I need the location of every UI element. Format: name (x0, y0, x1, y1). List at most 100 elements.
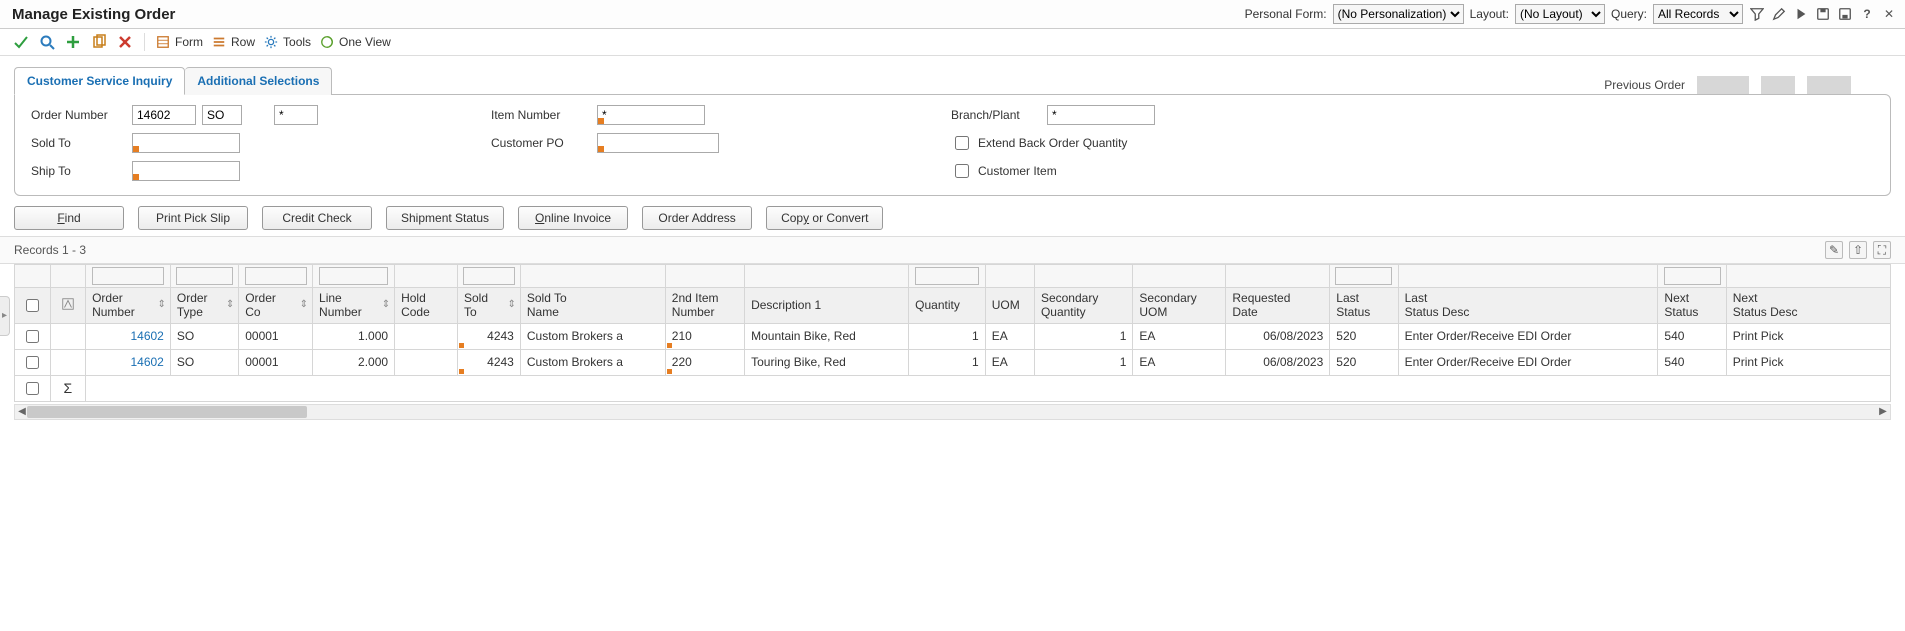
scroll-right-arrow[interactable]: ▶ (1876, 405, 1890, 419)
col-sold-to[interactable]: SoldTo⇕ (457, 288, 520, 324)
save-as-icon[interactable] (1837, 6, 1853, 22)
side-expand-handle[interactable]: ▸ (0, 296, 10, 336)
col-order-co[interactable]: OrderCo⇕ (239, 288, 313, 324)
filter-next-status[interactable] (1664, 267, 1721, 285)
row-checkbox[interactable] (26, 330, 39, 343)
branch-plant-input[interactable] (1047, 105, 1155, 125)
sold-to-label: Sold To (31, 136, 126, 150)
shipment-status-button[interactable]: Shipment Status (386, 206, 504, 230)
filter-order-co[interactable] (245, 267, 307, 285)
cell-next-status: 540 (1658, 323, 1726, 349)
customize-grid-icon[interactable]: ✎ (1825, 241, 1843, 259)
delete-icon[interactable] (116, 33, 134, 51)
tab-customer-service-inquiry[interactable]: Customer Service Inquiry (14, 67, 185, 95)
col-line-number[interactable]: LineNumber⇕ (313, 288, 395, 324)
horizontal-scrollbar[interactable]: ◀ ▶ (14, 404, 1891, 420)
run-icon[interactable] (1793, 6, 1809, 22)
close-icon[interactable]: ✕ (1881, 6, 1897, 22)
personal-form-select[interactable]: (No Personalization) (1333, 4, 1464, 24)
query-select[interactable]: All Records (1653, 4, 1743, 24)
col-secondary-uom[interactable]: SecondaryUOM (1133, 288, 1226, 324)
cell-last-status: 520 (1330, 323, 1398, 349)
title-bar: Manage Existing Order Personal Form: (No… (0, 0, 1905, 29)
order-number-input[interactable] (132, 105, 196, 125)
sold-to-input[interactable] (132, 133, 240, 153)
search-icon[interactable] (38, 33, 56, 51)
col-quantity[interactable]: Quantity (909, 288, 986, 324)
col-description1[interactable]: Description 1 (745, 288, 909, 324)
credit-check-button[interactable]: Credit Check (262, 206, 372, 230)
add-icon[interactable] (64, 33, 82, 51)
online-invoice-button[interactable]: Online Invoice (518, 206, 628, 230)
order-address-button[interactable]: Order Address (642, 206, 752, 230)
print-pick-slip-button[interactable]: Print Pick Slip (138, 206, 248, 230)
col-last-status-desc[interactable]: LastStatus Desc (1398, 288, 1658, 324)
pencil-icon[interactable] (1771, 6, 1787, 22)
title-controls: Personal Form: (No Personalization) Layo… (1245, 4, 1897, 24)
cell-order-number[interactable]: 14602 (86, 323, 171, 349)
col-secondary-qty[interactable]: SecondaryQuantity (1034, 288, 1132, 324)
tabs: Customer Service Inquiry Additional Sele… (14, 66, 332, 94)
filter-order-number[interactable] (92, 267, 164, 285)
cell-secondary-uom: EA (1133, 349, 1226, 375)
filter-sold-to[interactable] (463, 267, 515, 285)
row-menu[interactable]: Row (211, 34, 255, 50)
form-menu[interactable]: Form (155, 34, 203, 50)
cell-second-item: 210 (665, 323, 744, 349)
layout-select[interactable]: (No Layout) (1515, 4, 1605, 24)
save-icon[interactable] (1815, 6, 1831, 22)
cell-secondary-qty: 1 (1034, 349, 1132, 375)
col-next-status[interactable]: NextStatus (1658, 288, 1726, 324)
cell-order-number[interactable]: 14602 (86, 349, 171, 375)
ok-icon[interactable] (12, 33, 30, 51)
cell-secondary-qty: 1 (1034, 323, 1132, 349)
summary-row-checkbox[interactable] (26, 382, 39, 395)
col-hold-code[interactable]: HoldCode (395, 288, 458, 324)
cell-hold-code (395, 349, 458, 375)
copy-icon[interactable] (90, 33, 108, 51)
customer-item-checkbox[interactable] (955, 164, 969, 178)
scroll-thumb[interactable] (27, 406, 307, 418)
cell-description1: Touring Bike, Red (745, 349, 909, 375)
one-view-menu[interactable]: One View (319, 34, 391, 50)
cell-last-status-desc: Enter Order/Receive EDI Order (1398, 323, 1658, 349)
help-icon[interactable]: ? (1859, 6, 1875, 22)
branch-plant-label: Branch/Plant (951, 108, 1041, 122)
col-uom[interactable]: UOM (985, 288, 1034, 324)
ship-to-input[interactable] (132, 161, 240, 181)
col-order-type[interactable]: OrderType⇕ (170, 288, 238, 324)
filter-last-status[interactable] (1335, 267, 1392, 285)
cell-order-co: 00001 (239, 323, 313, 349)
cell-second-item: 220 (665, 349, 744, 375)
col-sold-to-name[interactable]: Sold ToName (520, 288, 665, 324)
filter-order-type[interactable] (176, 267, 233, 285)
col-next-status-desc[interactable]: NextStatus Desc (1726, 288, 1890, 324)
filter-quantity[interactable] (915, 267, 979, 285)
item-number-input[interactable] (597, 105, 705, 125)
action-buttons: Find Print Pick Slip Credit Check Shipme… (0, 196, 1905, 236)
find-button[interactable]: Find (14, 206, 124, 230)
col-requested-date[interactable]: RequestedDate (1226, 288, 1330, 324)
cell-requested-date: 06/08/2023 (1226, 323, 1330, 349)
col-second-item[interactable]: 2nd ItemNumber (665, 288, 744, 324)
filter-icon[interactable] (1749, 6, 1765, 22)
table-row[interactable]: 14602SO000012.0004243Custom Brokers a220… (15, 349, 1891, 375)
tools-menu[interactable]: Tools (263, 34, 311, 50)
col-order-number[interactable]: OrderNumber⇕ (86, 288, 171, 324)
select-all-checkbox[interactable] (26, 299, 39, 312)
copy-or-convert-button[interactable]: Copy or Convert (766, 206, 883, 230)
page-title: Manage Existing Order (12, 6, 175, 23)
export-icon[interactable]: ⇧ (1849, 241, 1867, 259)
extend-back-order-checkbox[interactable] (955, 136, 969, 150)
row-checkbox[interactable] (26, 356, 39, 369)
order-type-input[interactable] (202, 105, 242, 125)
row-action-header[interactable] (50, 288, 86, 324)
table-row[interactable]: 14602SO000011.0004243Custom Brokers a210… (15, 323, 1891, 349)
cell-sold-to: 4243 (457, 323, 520, 349)
order-co-input[interactable] (274, 105, 318, 125)
filter-line-number[interactable] (319, 267, 388, 285)
col-last-status[interactable]: LastStatus (1330, 288, 1398, 324)
customer-po-input[interactable] (597, 133, 719, 153)
tab-additional-selections[interactable]: Additional Selections (185, 67, 332, 95)
maximize-grid-icon[interactable]: ⛶ (1873, 241, 1891, 259)
